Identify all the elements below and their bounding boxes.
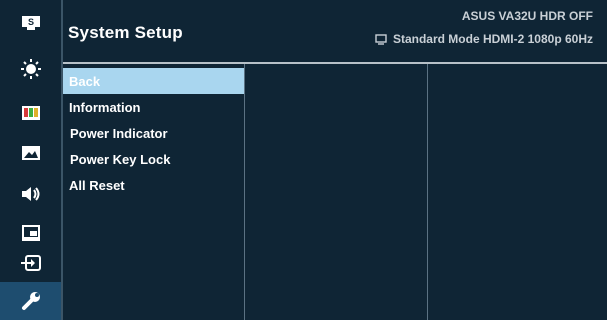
status-text: Standard Mode HDMI-2 1080p 60Hz xyxy=(392,32,593,46)
pip-icon xyxy=(21,225,40,241)
icon-rail: S xyxy=(0,0,61,320)
column-divider xyxy=(244,64,245,320)
svg-text:S: S xyxy=(27,17,33,27)
menu-item-label: All Reset xyxy=(69,177,125,193)
input-select-icon xyxy=(20,255,41,271)
brightness-icon xyxy=(20,59,41,79)
menu-item-label: Power Key Lock xyxy=(70,151,171,167)
system-setup-icon xyxy=(21,292,40,310)
menu-item-power-indicator[interactable]: Power Indicator xyxy=(63,120,244,146)
menu-item-label: Information xyxy=(69,99,141,115)
rail-item-sound[interactable] xyxy=(0,175,61,213)
menu-item-information[interactable]: Information xyxy=(63,94,244,120)
splendid-icon: S xyxy=(21,16,40,30)
setup-menu: Back Information Power Indicator Power K… xyxy=(63,68,244,320)
menu-item-power-key-lock[interactable]: Power Key Lock xyxy=(63,146,244,172)
column-divider xyxy=(427,64,428,320)
rail-item-input-select[interactable] xyxy=(0,244,61,282)
status-info: Standard Mode HDMI-2 1080p 60Hz xyxy=(375,32,593,46)
model-info: ASUS VA32U HDR OFF xyxy=(461,9,593,23)
color-icon xyxy=(21,106,40,120)
rail-item-system-setup[interactable] xyxy=(0,282,61,320)
menu-item-label: Back xyxy=(69,73,101,89)
rail-item-color[interactable] xyxy=(0,94,61,132)
page-title: System Setup xyxy=(68,23,183,42)
menu-item-back[interactable]: Back xyxy=(63,68,244,94)
osd-window: S System Setup ASUS VA32U HDR OFF Standa… xyxy=(0,0,607,320)
rail-item-splendid[interactable]: S xyxy=(0,4,61,42)
image-icon xyxy=(21,146,40,160)
monitor-icon xyxy=(375,33,387,45)
osd-header: System Setup ASUS VA32U HDR OFF Standard… xyxy=(63,0,607,64)
rail-item-brightness[interactable] xyxy=(0,50,61,88)
menu-item-label: Power Indicator xyxy=(70,125,168,141)
menu-item-all-reset[interactable]: All Reset xyxy=(63,172,244,198)
sound-icon xyxy=(21,187,39,201)
rail-item-image[interactable] xyxy=(0,134,61,172)
